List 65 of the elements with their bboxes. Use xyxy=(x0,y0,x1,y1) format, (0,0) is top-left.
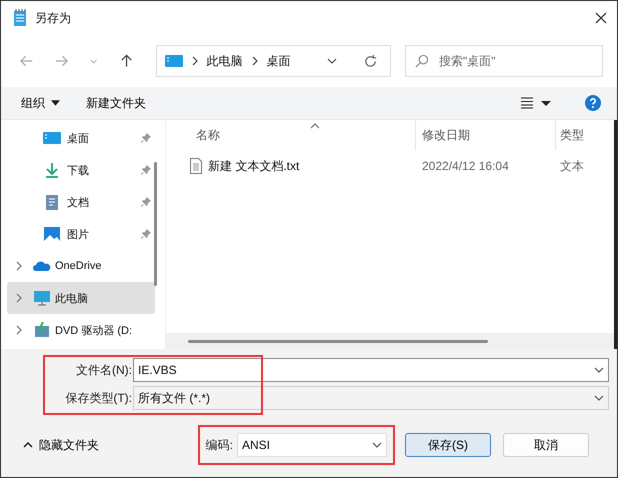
sidebar-item[interactable]: 文档 xyxy=(7,186,155,218)
filename-field[interactable]: IE.VBS xyxy=(133,358,609,382)
save-button[interactable]: 保存(S) xyxy=(405,433,491,457)
chevron-right-icon[interactable] xyxy=(15,261,23,271)
pin-icon[interactable] xyxy=(141,229,151,239)
hide-folders-button[interactable]: 隐藏文件夹 xyxy=(17,436,105,454)
organize-menu-button[interactable]: 组织 xyxy=(17,92,64,114)
chevron-right-icon xyxy=(190,56,199,66)
breadcrumb-item[interactable]: 桌面 xyxy=(266,52,291,70)
window-title: 另存为 xyxy=(35,10,71,26)
chevron-right-icon xyxy=(250,56,259,66)
column-header[interactable]: 修改日期 xyxy=(416,120,556,150)
field-label: 编码: xyxy=(206,436,233,454)
file-name[interactable]: 新建 文本文档.txt xyxy=(208,158,300,174)
download-icon xyxy=(43,162,61,178)
refresh-icon[interactable] xyxy=(362,54,378,68)
pin-icon[interactable] xyxy=(141,165,151,175)
close-icon[interactable] xyxy=(595,12,607,24)
view-options-icon[interactable] xyxy=(521,97,551,109)
column-header[interactable]: 类型 xyxy=(556,120,614,150)
chevron-right-icon[interactable] xyxy=(15,325,23,335)
desktop-icon xyxy=(43,130,61,146)
field-label: 保存类型(T): xyxy=(64,390,133,406)
table-cell: 2022/4/12 16:04 xyxy=(422,159,509,173)
back-arrow-icon[interactable] xyxy=(19,53,34,69)
sort-caret-icon xyxy=(310,123,320,129)
breadcrumb-item[interactable]: 此电脑 xyxy=(206,52,243,70)
notepad-icon xyxy=(13,9,27,27)
sidebar-item[interactable]: 此电脑 xyxy=(7,282,155,314)
search-field[interactable]: 搜索"桌面" xyxy=(438,47,594,75)
chevron-down-icon[interactable] xyxy=(372,442,382,448)
computer-icon xyxy=(164,55,183,67)
address-bar[interactable]: 此电脑 桌面 xyxy=(156,45,391,77)
table-cell: 文本 xyxy=(560,158,584,174)
search-box[interactable]: 搜索"桌面" xyxy=(404,45,603,77)
file-type-dropdown[interactable]: 所有文件 (*.*) xyxy=(133,386,609,410)
encoding-dropdown[interactable]: ANSI xyxy=(237,433,387,457)
help-icon[interactable] xyxy=(585,95,601,111)
sidebar-item[interactable]: 图片 xyxy=(7,218,155,250)
sidebar-item[interactable]: 桌面 xyxy=(7,122,155,154)
chevron-down-icon[interactable] xyxy=(594,367,604,373)
sidebar-item[interactable]: OneDrive xyxy=(7,250,155,282)
sidebar-item[interactable]: DVD 驱动器 (D: xyxy=(7,314,155,346)
chevron-down-icon[interactable] xyxy=(326,56,337,66)
chevron-up-icon xyxy=(23,442,33,448)
caret-icon xyxy=(51,100,60,106)
forward-arrow-icon[interactable] xyxy=(54,53,70,69)
pin-icon[interactable] xyxy=(141,197,151,207)
scrollbar-thumb[interactable] xyxy=(154,162,157,286)
sidebar-item[interactable]: 下载 xyxy=(7,154,155,186)
column-header[interactable]: 名称 xyxy=(166,120,416,150)
field-label: 文件名(N): xyxy=(75,362,133,378)
search-icon xyxy=(414,54,429,68)
text-file-icon xyxy=(190,158,202,174)
picture-icon xyxy=(43,226,61,242)
cancel-button[interactable]: 取消 xyxy=(503,433,589,457)
new-folder-button[interactable]: 新建文件夹 xyxy=(82,92,150,114)
pin-icon[interactable] xyxy=(141,133,151,143)
document-icon xyxy=(43,194,61,210)
drive-icon xyxy=(33,322,51,338)
up-arrow-icon[interactable] xyxy=(118,53,134,69)
scrollbar-thumb[interactable] xyxy=(188,340,488,342)
chevron-right-icon[interactable] xyxy=(15,293,23,303)
chevron-down-icon[interactable] xyxy=(594,395,604,401)
monitor-icon xyxy=(33,290,51,306)
